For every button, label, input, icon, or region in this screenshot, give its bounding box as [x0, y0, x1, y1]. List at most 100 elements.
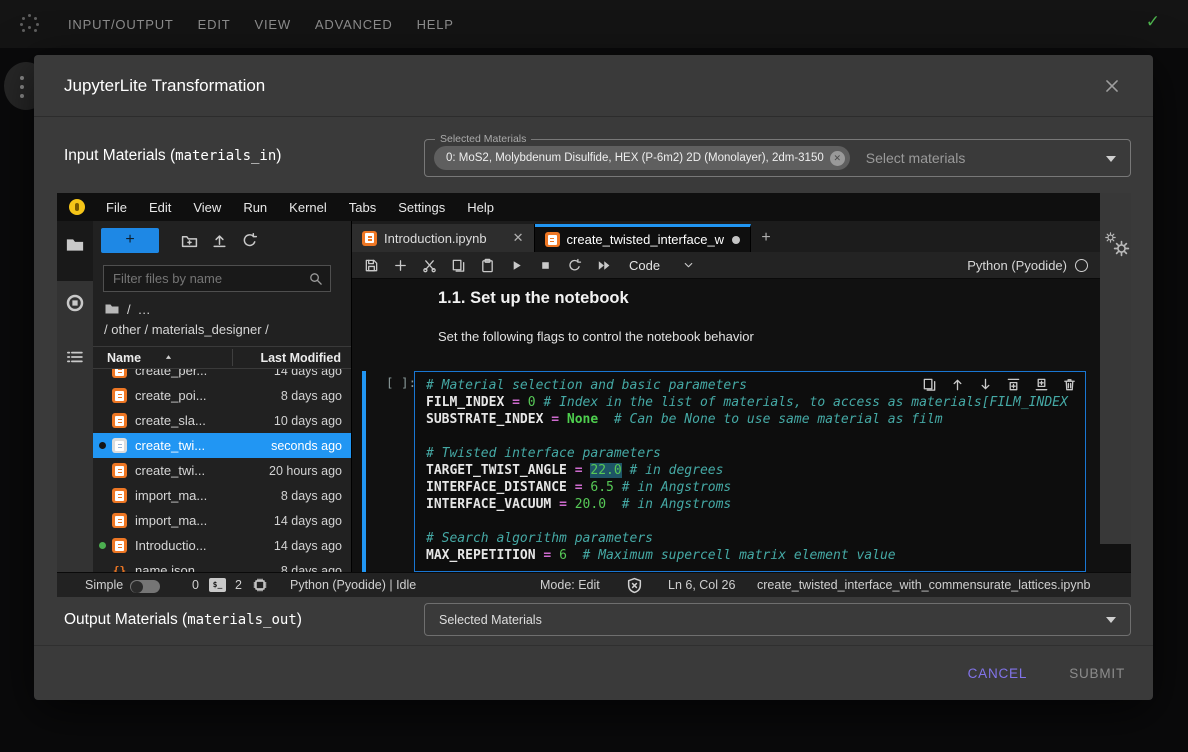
dropdown-caret-icon[interactable] [1106, 156, 1116, 162]
file-row[interactable]: create_twi...20 hours ago [93, 458, 351, 483]
file-row[interactable]: create_twi...seconds ago [93, 433, 351, 458]
tab-label: Introduction.ipynb [384, 231, 487, 246]
restart-icon[interactable] [567, 258, 582, 273]
insert-below-icon[interactable] [1034, 377, 1049, 392]
notebook-file-icon [112, 538, 127, 553]
app-menu-help[interactable]: HELP [417, 17, 454, 32]
jupyter-menu-settings[interactable]: Settings [387, 200, 456, 215]
file-row[interactable]: import_ma...14 days ago [93, 508, 351, 533]
cursor-position[interactable]: Ln 6, Col 26 [668, 578, 735, 592]
jupyter-menu-kernel[interactable]: Kernel [278, 200, 338, 215]
copy-icon[interactable] [451, 258, 466, 273]
filter-files-input[interactable] [104, 271, 308, 286]
code-cell-editor[interactable]: # Material selection and basic parameter… [414, 371, 1086, 572]
move-down-icon[interactable] [978, 377, 993, 392]
markdown-heading: 1.1. Set up the notebook [438, 289, 629, 308]
jupyter-menu-view[interactable]: View [182, 200, 232, 215]
jupyter-menu-tabs[interactable]: Tabs [338, 200, 387, 215]
breadcrumb-ellipsis[interactable]: … [138, 302, 151, 317]
jupyter-menu-help[interactable]: Help [456, 200, 505, 215]
sort-ascending-icon [163, 352, 174, 363]
file-modified: 8 days ago [281, 564, 342, 573]
jupyter-menu-edit[interactable]: Edit [138, 200, 182, 215]
duplicate-icon[interactable] [922, 377, 937, 392]
jupyter-menu-run[interactable]: Run [232, 200, 278, 215]
app-menu-advanced[interactable]: ADVANCED [315, 17, 393, 32]
column-name[interactable]: Name [107, 351, 174, 365]
notebook-toolbar: Code Python (Pyodide) [352, 252, 1100, 279]
cut-icon[interactable] [422, 258, 437, 273]
kernel-indicator[interactable]: Python (Pyodide) [967, 258, 1088, 273]
delete-icon[interactable] [1062, 377, 1077, 392]
file-browser-icon[interactable] [65, 235, 85, 255]
run-all-icon[interactable] [596, 258, 611, 273]
upload-icon[interactable] [211, 232, 228, 249]
app-menu-edit[interactable]: EDIT [198, 17, 231, 32]
trust-shield-icon[interactable] [626, 577, 643, 594]
new-tab-button[interactable]: + [751, 224, 781, 252]
tab-introduction-ipynb[interactable]: Introduction.ipynb ✕ [352, 224, 535, 252]
jupyter-menubar: FileEditViewRunKernelTabsSettingsHelp [57, 193, 1100, 221]
settings-gear-icon[interactable] [1102, 231, 1142, 267]
kernels-count[interactable]: 2 [235, 578, 242, 592]
cell-type-dropdown[interactable]: Code [629, 258, 695, 273]
app-menu-view[interactable]: VIEW [254, 17, 290, 32]
file-row[interactable]: import_ma...8 days ago [93, 483, 351, 508]
unsaved-dot-icon[interactable] [732, 236, 740, 244]
run-icon[interactable] [509, 258, 524, 273]
app-menu-input-output[interactable]: INPUT/OUTPUT [68, 17, 174, 32]
breadcrumb-path[interactable]: / other / materials_designer / [104, 322, 269, 337]
tab-create-twisted-interface-w[interactable]: create_twisted_interface_w [535, 224, 752, 252]
insert-above-icon[interactable] [1006, 377, 1021, 392]
column-last-modified[interactable]: Last Modified [260, 351, 341, 365]
input-materials-select[interactable]: Selected Materials 0: MoS2, Molybdenum D… [424, 139, 1131, 177]
cell-collapser[interactable] [362, 371, 366, 572]
terminals-count[interactable]: 0 [192, 578, 199, 592]
chip-delete-icon[interactable]: ✕ [830, 151, 845, 166]
new-folder-icon[interactable] [181, 232, 198, 249]
file-modified: 8 days ago [281, 489, 342, 503]
cancel-button[interactable]: CANCEL [968, 666, 1028, 681]
code-line: # Search algorithm parameters [426, 530, 1085, 547]
save-icon[interactable] [364, 258, 379, 273]
paste-icon[interactable] [480, 258, 495, 273]
file-name: create_poi... [135, 388, 207, 403]
stop-icon[interactable] [538, 258, 553, 273]
close-icon[interactable] [1103, 77, 1123, 97]
add-icon[interactable] [393, 258, 408, 273]
output-dropdown-caret-icon[interactable] [1106, 617, 1116, 623]
file-row[interactable]: Introductio...14 days ago [93, 533, 351, 558]
json-file-icon: {} [112, 563, 127, 572]
notebook-file-icon [112, 388, 127, 403]
dialog-header: JupyterLite Transformation [34, 55, 1153, 117]
file-row[interactable]: create_sla...10 days ago [93, 408, 351, 433]
file-modified: 10 days ago [274, 414, 342, 428]
refresh-icon[interactable] [241, 232, 258, 249]
table-of-contents-icon[interactable] [65, 347, 85, 367]
notebook-file-icon [112, 488, 127, 503]
breadcrumb-root[interactable]: / … [104, 301, 151, 317]
jupyterlite-logo-icon [69, 199, 85, 215]
material-chip[interactable]: 0: MoS2, Molybdenum Disulfide, HEX (P-6m… [434, 146, 850, 170]
simple-mode-toggle[interactable] [130, 580, 160, 593]
move-up-icon[interactable] [950, 377, 965, 392]
terminal-icon[interactable]: $_ [209, 578, 226, 592]
kernel-state-text[interactable]: Python (Pyodide) | Idle [290, 578, 416, 592]
file-row[interactable]: create_poi... 8 days ago [93, 383, 351, 408]
tab-close-icon[interactable]: ✕ [513, 230, 524, 246]
file-row[interactable]: create_per...14 days ago [93, 369, 351, 383]
jupyter-menu-file[interactable]: File [95, 200, 138, 215]
notebook-file-icon [112, 369, 127, 378]
active-file-name: create_twisted_interface_with_commensura… [757, 578, 1091, 592]
submit-button[interactable]: SUBMIT [1069, 666, 1125, 681]
home-folder-icon[interactable] [104, 301, 120, 317]
file-name: import_ma... [135, 513, 207, 528]
file-row[interactable]: {}name.json8 days ago [93, 558, 351, 572]
output-materials-select[interactable]: Selected Materials [424, 603, 1131, 636]
new-launcher-button[interactable]: + [101, 228, 159, 253]
app-logo-icon[interactable] [20, 14, 40, 34]
mode-indicator[interactable]: Mode: Edit [540, 578, 600, 592]
kernel-chip-icon[interactable] [252, 577, 268, 593]
running-sessions-icon[interactable] [65, 293, 85, 313]
file-modified: 8 days ago [281, 389, 342, 403]
